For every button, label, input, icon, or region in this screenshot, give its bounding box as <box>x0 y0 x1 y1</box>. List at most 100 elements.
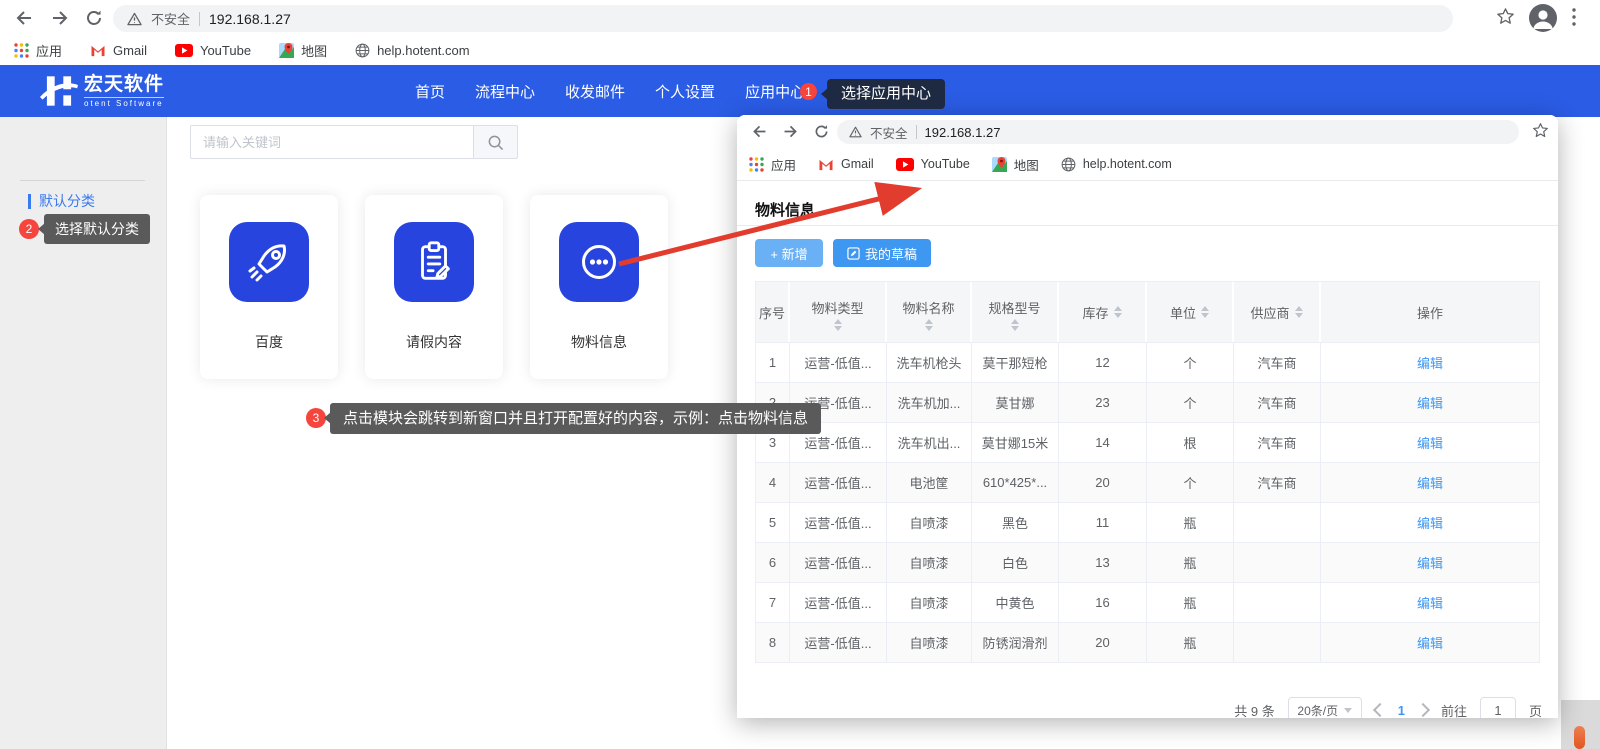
bookmark-apps[interactable]: 应用 <box>749 155 796 174</box>
column-header[interactable]: 物料类型 <box>790 282 887 342</box>
cell-actions: 编辑 <box>1321 342 1539 382</box>
bookmark-globe[interactable]: help.hotent.com <box>355 43 470 58</box>
edit-link[interactable]: 编辑 <box>1417 513 1443 532</box>
sort-carets-icon[interactable] <box>925 319 933 331</box>
nav-item-5[interactable]: 应用中心 <box>745 81 805 102</box>
cell: 汽车商 <box>1234 462 1321 502</box>
nav-item-1[interactable]: 首页 <box>415 81 445 102</box>
popup-address-bar[interactable]: 不安全 192.168.1.27 <box>837 120 1519 144</box>
cell: 1 <box>756 342 790 382</box>
cell: 运营-低值... <box>790 502 887 542</box>
app-card-clipboard[interactable]: 请假内容 <box>365 195 503 379</box>
page-title: 物料信息 <box>755 199 815 220</box>
bookmark-youtube[interactable]: YouTube <box>175 43 251 58</box>
cell: 自喷漆 <box>887 502 972 542</box>
scrollbar-thumb[interactable] <box>1574 726 1585 749</box>
address-divider <box>916 125 917 139</box>
address-bar[interactable]: 不安全 192.168.1.27 <box>113 5 1453 32</box>
popup-bookmark-star-icon[interactable] <box>1532 122 1549 139</box>
edit-link[interactable]: 编辑 <box>1417 473 1443 492</box>
cell: 13 <box>1059 542 1147 582</box>
bookmark-apps[interactable]: 应用 <box>14 41 62 60</box>
goto-label: 前往 <box>1441 701 1467 719</box>
bookmark-maps[interactable]: 地图 <box>279 41 327 60</box>
edit-link[interactable]: 编辑 <box>1417 353 1443 372</box>
add-button[interactable]: + 新增 <box>755 239 823 267</box>
next-page-icon[interactable] <box>1416 703 1430 717</box>
category-label: 默认分类 <box>39 191 95 211</box>
bookmark-gmail[interactable]: Gmail <box>818 157 874 171</box>
cell: 16 <box>1059 582 1147 622</box>
edit-link[interactable]: 编辑 <box>1417 433 1443 452</box>
search-input[interactable] <box>190 125 473 159</box>
popup-window: 不安全 192.168.1.27 应用 Gmail YouTube 地图 help.ho… <box>737 115 1558 718</box>
cell: 防锈润滑剂 <box>972 622 1059 662</box>
column-header[interactable]: 单位 <box>1147 282 1234 342</box>
column-header-label: 序号 <box>759 303 785 322</box>
sort-carets-icon[interactable] <box>834 319 842 331</box>
sort-carets-icon[interactable] <box>1295 306 1303 318</box>
bookmark-label: YouTube <box>921 157 970 171</box>
sort-carets-icon[interactable] <box>1114 306 1122 318</box>
table-row: 8运营-低值...自喷漆防锈润滑剂20瓶编辑 <box>756 622 1539 662</box>
menu-dots-icon[interactable] <box>1572 8 1592 28</box>
forward-icon[interactable] <box>50 8 70 28</box>
popup-reload-icon[interactable] <box>813 123 830 140</box>
ellipsis-icon <box>559 222 639 302</box>
apps-icon <box>14 43 29 58</box>
profile-avatar-icon[interactable] <box>1529 4 1557 32</box>
hotent-logo: 宏天软件 otent Software <box>40 72 164 110</box>
cell <box>1234 582 1321 622</box>
sort-carets-icon[interactable] <box>1011 319 1019 331</box>
edit-link[interactable]: 编辑 <box>1417 553 1443 572</box>
back-icon[interactable] <box>14 8 34 28</box>
logo-title: 宏天软件 <box>84 75 164 95</box>
bookmark-star-icon[interactable] <box>1496 7 1516 27</box>
nav-item-4[interactable]: 个人设置 <box>655 81 715 102</box>
tooltip-step-3: 点击模块会跳转到新窗口并且打开配置好的内容，示例：点击物料信息 <box>330 403 821 434</box>
column-header-label: 供应商 <box>1250 303 1289 322</box>
bookmark-gmail[interactable]: Gmail <box>90 43 147 58</box>
edit-link[interactable]: 编辑 <box>1417 633 1443 652</box>
bookmark-label: 地图 <box>301 41 327 60</box>
edit-link[interactable]: 编辑 <box>1417 393 1443 412</box>
cell: 12 <box>1059 342 1147 382</box>
cell: 洗车机出... <box>887 422 972 462</box>
edit-link[interactable]: 编辑 <box>1417 593 1443 612</box>
cell: 运营-低值... <box>790 342 887 382</box>
cell: 电池筐 <box>887 462 972 502</box>
column-header[interactable]: 库存 <box>1059 282 1147 342</box>
sidebar-item-default-category[interactable]: 默认分类 <box>28 191 95 211</box>
column-header[interactable]: 规格型号 <box>972 282 1059 342</box>
page-size-value: 20条/页 <box>1297 702 1338 719</box>
goto-page-input[interactable] <box>1480 697 1516 718</box>
cell: 瓶 <box>1147 502 1234 542</box>
sort-carets-icon[interactable] <box>1201 306 1209 318</box>
cell <box>1234 502 1321 542</box>
prev-page-icon[interactable] <box>1373 703 1387 717</box>
column-header: 序号 <box>756 282 790 342</box>
search-button[interactable] <box>473 125 518 159</box>
bookmark-youtube[interactable]: YouTube <box>896 157 970 171</box>
reload-icon[interactable] <box>84 8 104 28</box>
youtube-icon <box>175 44 193 57</box>
my-drafts-label: 我的草稿 <box>865 244 917 263</box>
my-drafts-button[interactable]: 我的草稿 <box>833 239 931 267</box>
nav-item-2[interactable]: 流程中心 <box>475 81 535 102</box>
app-card-label: 请假内容 <box>365 332 503 352</box>
column-header[interactable]: 供应商 <box>1234 282 1321 342</box>
cell-actions: 编辑 <box>1321 422 1539 462</box>
popup-forward-icon[interactable] <box>782 123 799 140</box>
page-size-select[interactable]: 20条/页 <box>1288 697 1362 718</box>
app-card-rocket[interactable]: 百度 <box>200 195 338 379</box>
popup-back-icon[interactable] <box>751 123 768 140</box>
bookmark-maps[interactable]: 地图 <box>992 155 1039 174</box>
bookmark-globe[interactable]: help.hotent.com <box>1061 157 1172 172</box>
cell: 汽车商 <box>1234 382 1321 422</box>
column-header[interactable]: 物料名称 <box>887 282 972 342</box>
app-card-ellipsis[interactable]: 物料信息 <box>530 195 668 379</box>
category-sidebar: 默认分类 <box>0 117 167 749</box>
nav-item-3[interactable]: 收发邮件 <box>565 81 625 102</box>
cell: 中黄色 <box>972 582 1059 622</box>
current-page[interactable]: 1 <box>1398 703 1405 718</box>
